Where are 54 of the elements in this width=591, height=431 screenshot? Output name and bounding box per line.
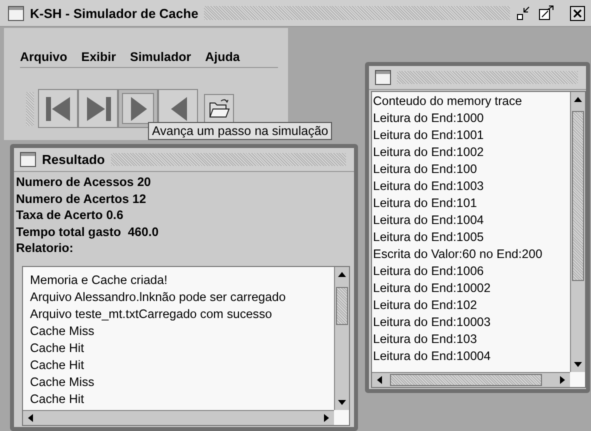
report-line: Cache Miss bbox=[30, 374, 94, 391]
stat-text: Numero de Acessos 20 bbox=[16, 174, 151, 190]
window-icon bbox=[375, 70, 391, 85]
trace-line[interactable]: Leitura do End:1002 bbox=[373, 144, 484, 161]
trace-line[interactable]: Leitura do End:1006 bbox=[373, 263, 484, 280]
menu-item[interactable]: Simulador bbox=[130, 50, 192, 64]
trace-line[interactable]: Leitura do End:101 bbox=[373, 195, 477, 212]
report-line: Cache Hit bbox=[30, 391, 84, 408]
tooltip: Avança um passo na simulação bbox=[148, 122, 332, 140]
last-icon bbox=[86, 96, 110, 120]
vertical-scrollbar[interactable] bbox=[570, 92, 585, 372]
horizontal-scrollbar[interactable] bbox=[23, 410, 334, 425]
trace-line[interactable]: Leitura do End:10003 bbox=[373, 314, 491, 331]
trace-line[interactable]: Leitura do End:1004 bbox=[373, 212, 484, 229]
report-line: Cache Hit bbox=[30, 340, 84, 357]
maximize-icon[interactable] bbox=[538, 5, 556, 21]
stat-text: Taxa de Acerto 0.6 bbox=[16, 207, 124, 224]
stat-text: Numero de Acertos 12 bbox=[16, 190, 146, 207]
toolbar-grip[interactable] bbox=[26, 92, 34, 126]
menu-item[interactable]: Exibir bbox=[81, 50, 116, 64]
scroll-thumb[interactable] bbox=[336, 287, 348, 325]
window-title: K-SH - Simulador de Cache bbox=[30, 6, 198, 20]
trace-line[interactable]: Conteudo do memory trace bbox=[373, 93, 522, 110]
window-icon bbox=[20, 152, 36, 167]
folder-icon bbox=[208, 99, 230, 118]
scroll-thumb[interactable] bbox=[572, 111, 584, 281]
report-line: Arquivo Alessandro.lnknão pode ser carregado bbox=[30, 289, 286, 306]
stat-text: Tempo total gasto 460.0 bbox=[16, 224, 159, 240]
trace-line[interactable]: Leitura do End:1003 bbox=[373, 178, 484, 195]
trace-line[interactable]: Leitura do End:1005 bbox=[373, 229, 484, 246]
report-line: Cache Hit bbox=[30, 357, 84, 374]
vertical-scrollbar[interactable] bbox=[334, 267, 349, 410]
frame-title: Resultado bbox=[42, 152, 105, 167]
trace-line[interactable]: Leitura do End:1000 bbox=[373, 110, 484, 127]
menu-item[interactable]: Arquivo bbox=[20, 50, 68, 64]
minimize-icon[interactable] bbox=[516, 5, 532, 21]
close-icon[interactable] bbox=[570, 6, 585, 20]
toolbar-button[interactable] bbox=[204, 94, 234, 124]
trace-line[interactable]: Leitura do End:10004 bbox=[373, 348, 491, 365]
window-icon bbox=[8, 6, 24, 20]
report-line: Cache Miss bbox=[30, 323, 94, 340]
scroll-thumb[interactable] bbox=[390, 374, 542, 386]
trace-line[interactable]: Leitura do End:1001 bbox=[373, 127, 484, 144]
trace-line[interactable]: Leitura do End:103 bbox=[373, 331, 477, 348]
trace-line[interactable]: Leitura do End:100 bbox=[373, 161, 477, 178]
trace-line[interactable]: Leitura do End:102 bbox=[373, 297, 477, 314]
report-line: Arquivo teste_mt.txtCarregado com sucesso bbox=[30, 306, 272, 323]
first-icon bbox=[46, 96, 70, 120]
horizontal-scrollbar[interactable] bbox=[372, 372, 570, 387]
report-label: Relatorio: bbox=[16, 240, 74, 256]
trace-line[interactable]: Escrita do Valor:60 no End:200 bbox=[373, 246, 542, 263]
menu-item[interactable]: Ajuda bbox=[205, 50, 240, 64]
report-line: Memoria e Cache criada! bbox=[30, 272, 168, 289]
trace-line[interactable]: Leitura do End:10002 bbox=[373, 280, 491, 297]
